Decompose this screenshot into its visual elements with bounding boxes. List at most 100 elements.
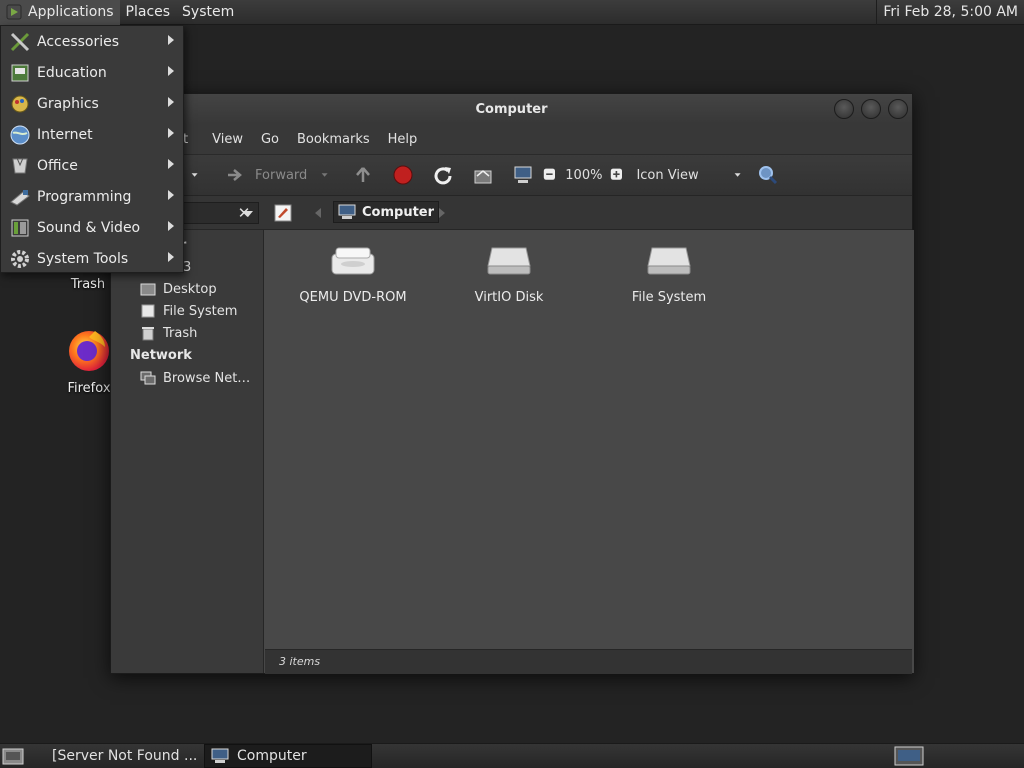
file-system-icon [141,304,155,318]
forward-button[interactable]: Forward [225,165,307,185]
applications-menu-label: Applications [28,4,114,20]
menu-item-education[interactable]: Education [1,57,183,88]
education-icon [11,64,29,81]
minimize-button[interactable] [834,99,854,119]
desktop-folder-icon [140,283,156,296]
sidebar-item-trash-label: Trash [163,325,198,341]
sidebar-item-browse-network-label: Browse Net… [163,370,251,386]
file-item-file-system-label: File System [631,290,707,305]
back-dropdown-icon[interactable] [191,165,203,185]
trash-icon [142,327,154,341]
maximize-button[interactable] [861,99,881,119]
desktop-trash-label: Trash [70,277,106,292]
top-panel: Applications Places System Fri Feb 28, 5… [0,0,1024,25]
menu-item-graphics[interactable]: Graphics [1,88,183,119]
desktop-firefox-label: Firefox [67,381,111,396]
accessories-icon [10,32,30,51]
view-mode-select[interactable]: Icon View [636,165,746,185]
bottom-panel: [Server Not Found ... Computer [0,743,1024,768]
sidebar-item-file-system[interactable]: File System [111,300,263,322]
file-item-virtio-disk[interactable]: VirtIO Disk [434,242,584,305]
clock[interactable]: Fri Feb 28, 5:00 AM [876,0,1024,25]
office-icon [12,157,28,173]
task-computer[interactable]: Computer [204,744,372,768]
optical-drive-icon [331,247,375,275]
menu-item-accessories[interactable]: Accessories [1,26,183,57]
sidebar-item-desktop-label: Desktop [163,281,217,297]
file-view[interactable]: QEMU DVD-ROM VirtIO Disk File System [264,230,914,673]
up-icon[interactable] [353,165,373,185]
task-firefox-label: [Server Not Found ... [52,748,198,764]
sidebar-item-file-system-label: File System [163,303,238,319]
menu-item-sound-video[interactable]: Sound & Video [1,212,183,243]
sidebar-item-browse-network[interactable]: Browse Net… [111,367,263,389]
places-menu-label: Places [125,4,171,20]
forward-dropdown-icon[interactable] [321,165,333,185]
menu-item-programming-label: Programming [37,188,132,205]
zoom-in-icon[interactable] [610,165,626,185]
reload-icon[interactable] [433,165,453,185]
sound-video-icon [11,219,29,236]
task-firefox[interactable]: [Server Not Found ... [38,744,198,768]
computer-task-icon [211,748,229,763]
zoom-level[interactable]: 100% [565,168,602,183]
hard-disk-icon [487,247,531,275]
location-bar: ✕ Computer [111,196,912,230]
menu-item-system-tools[interactable]: System Tools [1,243,183,274]
submenu-arrow-icon [168,252,174,262]
home-icon[interactable] [473,165,493,185]
file-item-file-system[interactable]: File System [594,242,744,305]
zoom-out-icon[interactable] [543,165,559,185]
hard-disk-icon [647,247,691,275]
sidebar-item-trash[interactable]: Trash [111,322,263,344]
sidebar-close-button[interactable]: ✕ [233,202,255,224]
crumb-right-arrow-icon[interactable] [437,207,447,219]
breadcrumb-computer[interactable]: Computer [333,201,440,223]
menu-view[interactable]: View [203,132,252,147]
show-desktop-icon[interactable] [2,746,24,766]
places-menu[interactable]: Places [120,0,177,25]
menubar: t View Go Bookmarks Help [111,124,912,154]
computer-icon[interactable] [513,165,533,185]
menu-help[interactable]: Help [379,132,427,147]
menu-bookmarks[interactable]: Bookmarks [288,132,379,147]
submenu-arrow-icon [168,221,174,231]
breadcrumb-computer-icon [338,204,356,219]
forward-label: Forward [255,167,308,183]
window-title: Computer [475,101,548,117]
programming-icon [10,189,30,206]
status-bar: 3 items [265,649,912,674]
workspace-switcher-icon[interactable] [894,746,924,766]
applications-dropdown: Accessories Education Graphics Internet … [0,25,184,273]
edit-location-icon[interactable] [274,204,292,222]
menu-item-office[interactable]: Office [1,150,183,181]
window-titlebar[interactable]: Computer [111,94,912,124]
toolbar: Forward 100% Icon View [111,154,912,196]
firefox-icon [69,331,109,371]
applications-logo-icon [6,4,22,20]
sidebar-head-network: Network [130,348,192,363]
menu-item-internet[interactable]: Internet [1,119,183,150]
submenu-arrow-icon [168,159,174,169]
system-menu-label: System [182,4,235,20]
system-menu[interactable]: System [176,0,240,25]
submenu-arrow-icon [168,128,174,138]
main-area: er 3 Desktop File System [111,230,914,673]
internet-icon [10,125,30,144]
menu-item-programming[interactable]: Programming [1,181,183,212]
close-window-button[interactable] [888,99,908,119]
menu-go[interactable]: Go [252,132,288,147]
file-item-qemu-dvd-rom[interactable]: QEMU DVD-ROM [278,242,428,305]
file-item-qemu-dvd-rom-label: QEMU DVD-ROM [299,290,407,305]
search-icon[interactable] [758,165,778,185]
file-manager-window: Computer t View Go Bookmarks Help Forwar… [110,93,914,674]
menu-item-graphics-label: Graphics [37,95,99,112]
view-mode-label: Icon View [636,167,699,183]
menu-item-internet-label: Internet [37,126,93,143]
crumb-left-arrow-icon[interactable] [313,207,323,219]
graphics-icon [11,95,29,112]
sidebar-item-desktop[interactable]: Desktop [111,278,263,300]
stop-icon[interactable] [393,165,413,185]
forward-arrow-icon [228,169,242,181]
applications-menu[interactable]: Applications [0,0,120,25]
